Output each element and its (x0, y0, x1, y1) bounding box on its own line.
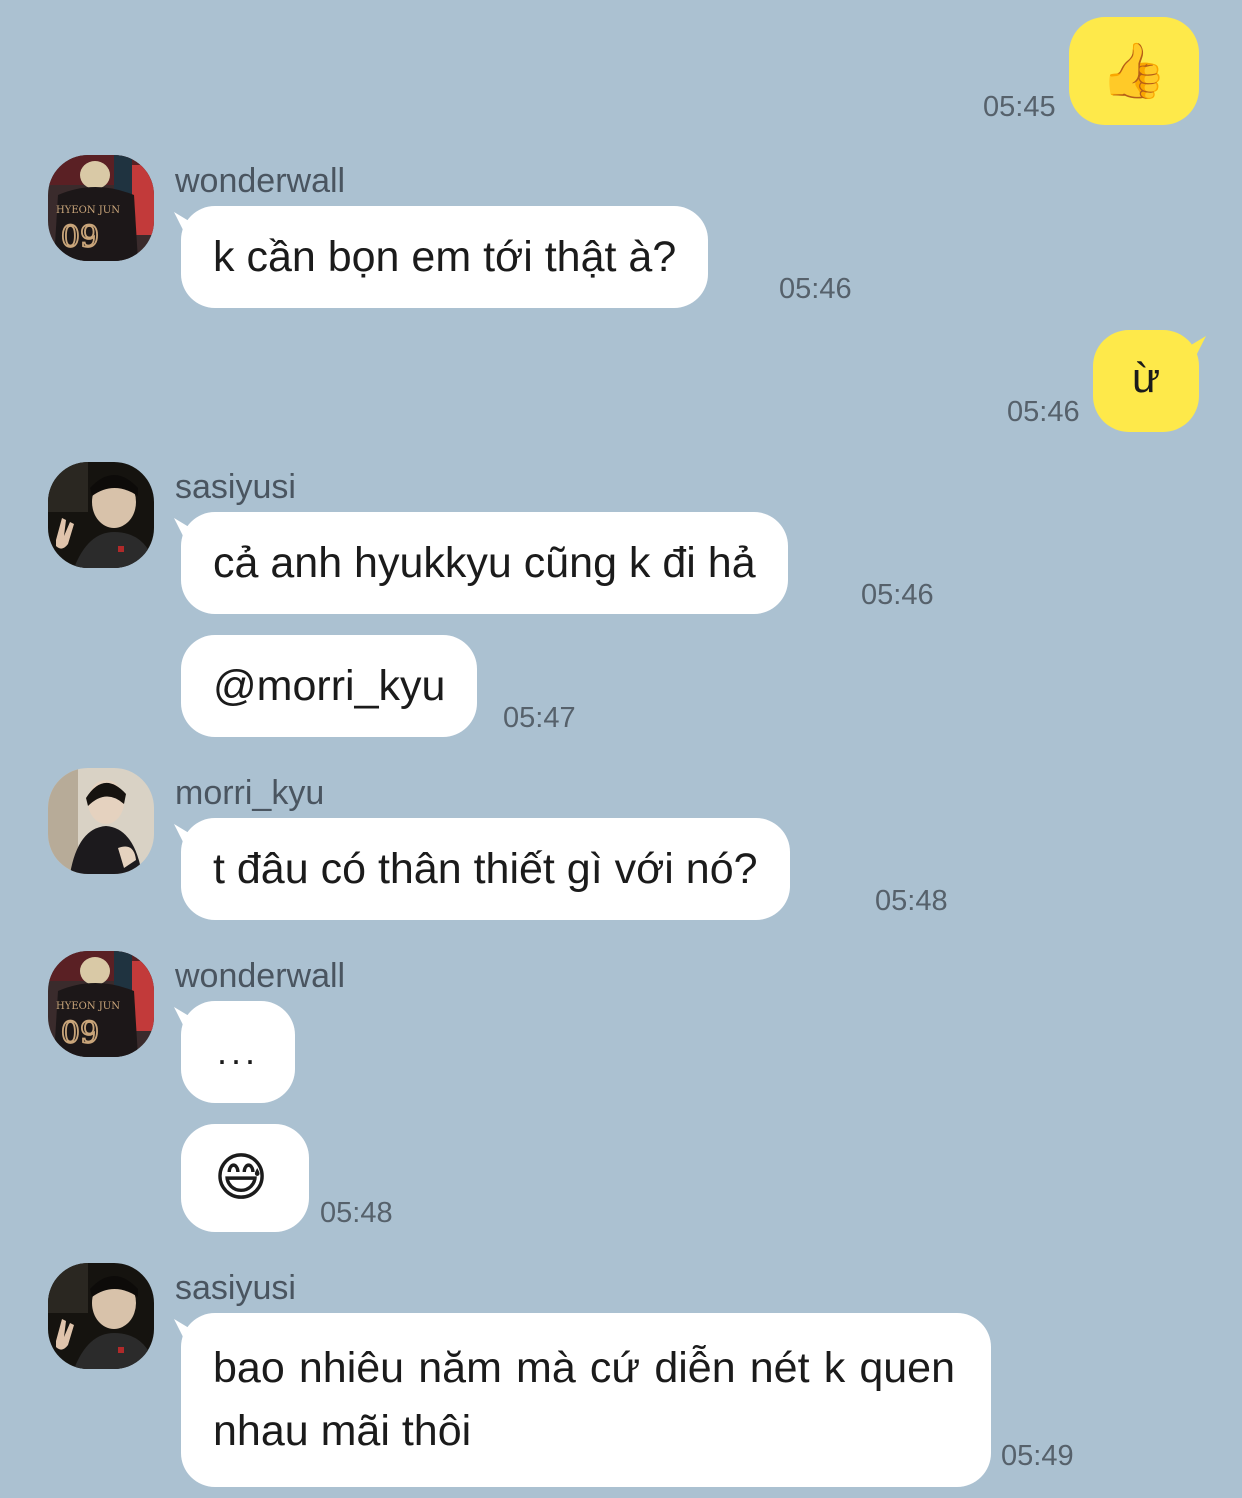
my-message-bubble[interactable]: ừ (1093, 330, 1199, 432)
my-message-bubble[interactable]: 👍 (1069, 17, 1199, 125)
message-time: 05:46 (779, 273, 852, 305)
message-bubble[interactable]: bao nhiêu năm mà cứ diễn nét k quen nhau… (181, 1313, 991, 1487)
chat-view[interactable]: 05:45 👍 HYEON JUN 09 wonderwall k cần bọ… (0, 0, 1242, 1498)
avatar-morri-kyu[interactable] (48, 768, 154, 874)
message-bubble[interactable]: cả anh hyukkyu cũng k đi hả (181, 512, 788, 614)
thumbs-up-icon: 👍 (1100, 41, 1168, 101)
avatar-sasiyusi[interactable] (48, 462, 154, 568)
jersey-name: HYEON JUN (56, 205, 120, 216)
sender-name: wonderwall (175, 957, 346, 995)
sender-name: wonderwall (175, 162, 346, 200)
sender-name: morri_kyu (175, 774, 325, 812)
sweat-smile-icon: 😅 (213, 1149, 269, 1207)
avatar-sasiyusi[interactable] (48, 1263, 154, 1369)
message-time: 05:45 (983, 91, 1056, 123)
message-time: 05:49 (1001, 1440, 1074, 1472)
message-time: 05:46 (861, 579, 934, 611)
message-bubble[interactable]: @morri_kyu (181, 635, 478, 737)
my-message-text: ừ (1131, 354, 1161, 401)
jersey-number: 09 (61, 1016, 99, 1051)
message-bubble[interactable]: ... (181, 1001, 295, 1103)
jersey-name: HYEON JUN (56, 1001, 120, 1012)
sender-name: sasiyusi (175, 468, 296, 506)
message-time: 05:46 (1007, 396, 1080, 428)
avatar-wonderwall[interactable]: HYEON JUN 09 (48, 155, 154, 261)
message-text: ... (216, 1031, 259, 1072)
message-time: 05:48 (875, 885, 948, 917)
message-bubble[interactable]: k cần bọn em tới thật à? (181, 206, 709, 308)
message-bubble[interactable]: 😅 (181, 1124, 309, 1232)
message-time: 05:48 (320, 1197, 393, 1229)
sender-name: sasiyusi (175, 1269, 296, 1307)
message-time: 05:47 (503, 702, 576, 734)
avatar-wonderwall[interactable]: HYEON JUN 09 (48, 951, 154, 1057)
message-bubble[interactable]: t đâu có thân thiết gì với nó? (181, 818, 790, 920)
jersey-number: 09 (61, 220, 99, 255)
